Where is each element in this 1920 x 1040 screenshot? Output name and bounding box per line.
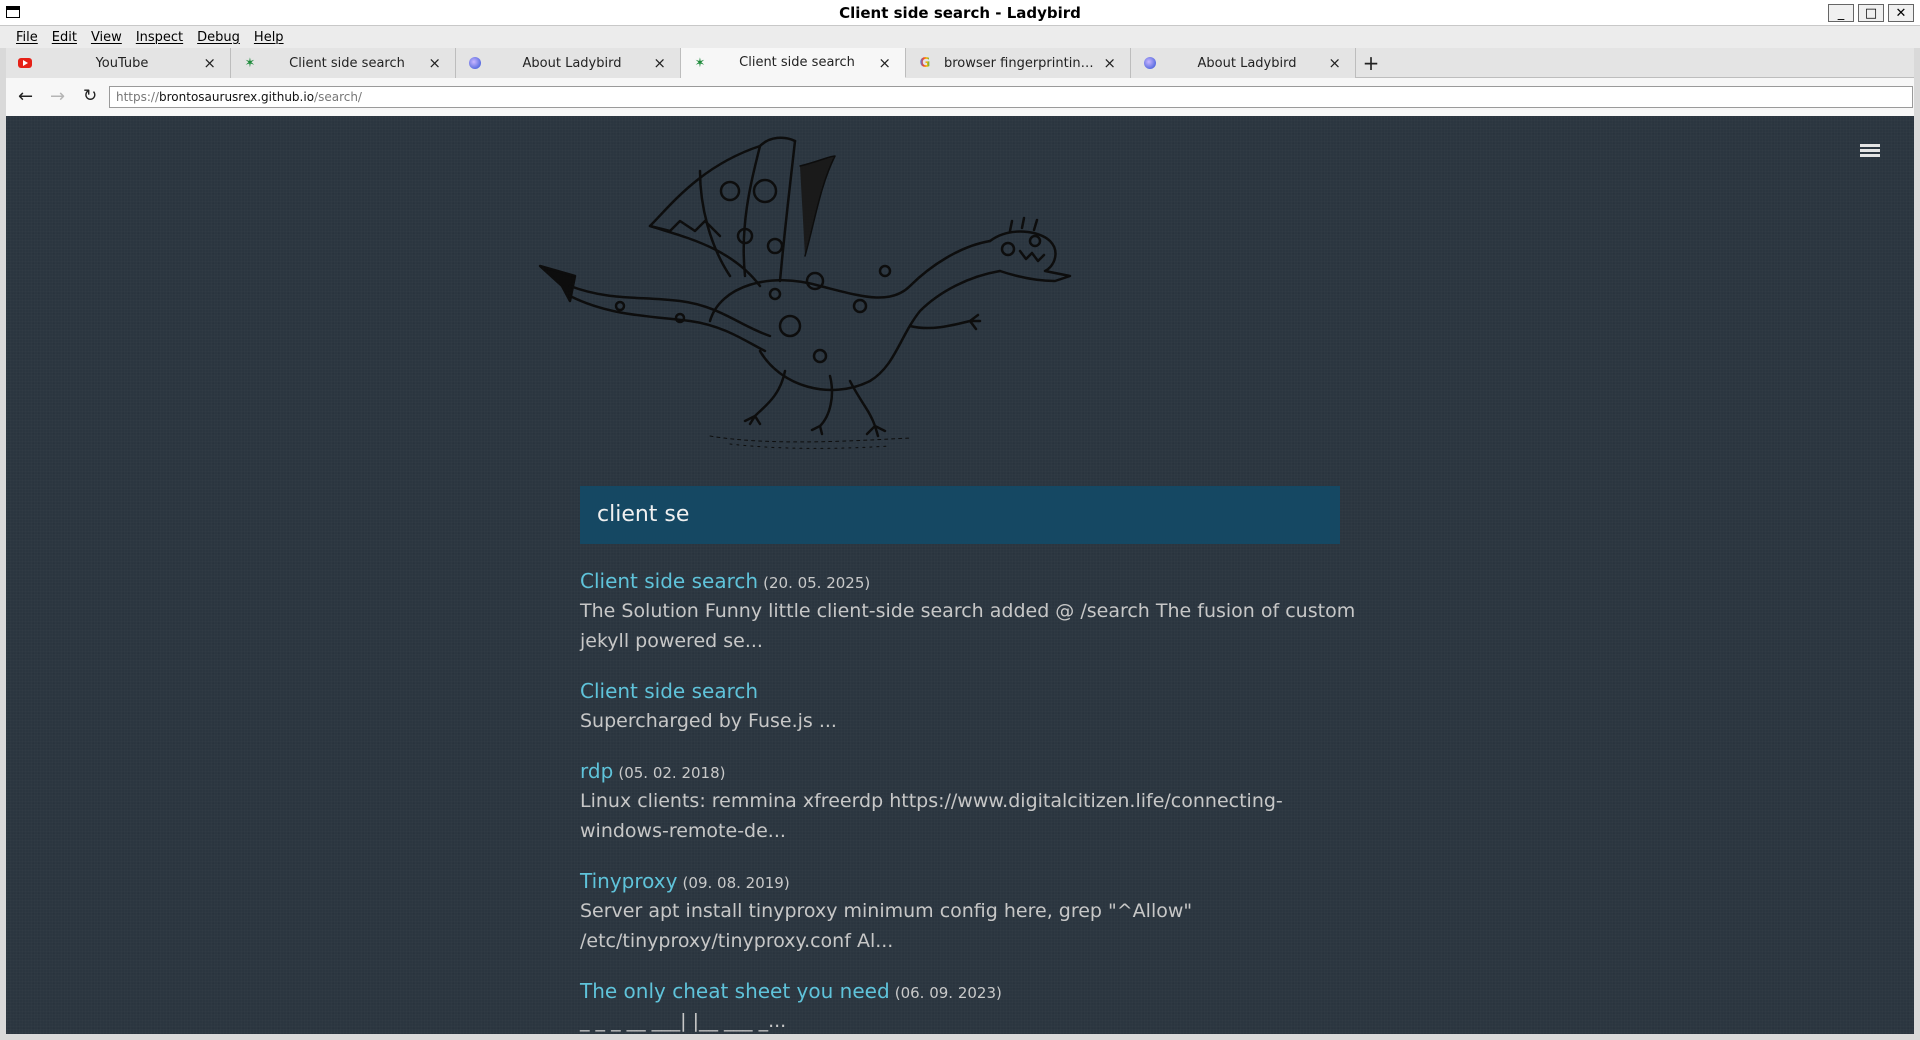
new-tab-button[interactable]: + (1356, 48, 1386, 78)
tab-label: About Ladybird (1197, 55, 1297, 71)
result-date: (06. 09. 2023) (894, 984, 1002, 1002)
tab-label: About Ladybird (522, 55, 622, 71)
tab-about-ladybird-2[interactable]: About Ladybird × (1131, 48, 1356, 78)
youtube-icon (18, 56, 32, 70)
tab-about-ladybird[interactable]: About Ladybird × (456, 48, 681, 78)
result-snippet: Supercharged by Fuse.js ... (580, 710, 837, 732)
result-snippet: Server apt install tinyproxy minimum con… (580, 900, 1193, 952)
menu-file[interactable]: File (10, 30, 46, 45)
list-item: Tinyproxy (09. 08. 2019) Server apt inst… (580, 866, 1360, 956)
tab-bar: YouTube × ✶ Client side search × About L… (6, 48, 1914, 78)
tab-client-side-search[interactable]: ✶ Client side search × (231, 48, 456, 78)
result-snippet: Linux clients: remmina xfreerdp https://… (580, 790, 1283, 842)
result-title-link[interactable]: rdp (580, 759, 613, 783)
address-bar[interactable]: https://brontosaurusrex.github.io/search… (109, 86, 1913, 108)
list-item: Client side search (20. 05. 2025) The So… (580, 566, 1360, 656)
tab-client-side-search-active[interactable]: ✶ Client side search × (681, 48, 906, 78)
minimize-button[interactable]: _ (1828, 4, 1854, 22)
menu-edit[interactable]: Edit (46, 30, 85, 45)
result-date: (09. 08. 2019) (682, 874, 790, 892)
result-title-link[interactable]: Tinyproxy (580, 869, 677, 893)
reload-icon[interactable]: ↻ (83, 86, 97, 106)
url-scheme: https:// (116, 90, 160, 104)
search-results: Client side search (20. 05. 2025) The So… (580, 566, 1360, 1034)
result-date: (20. 05. 2025) (763, 574, 871, 592)
menu-view[interactable]: View (85, 30, 130, 45)
menu-debug[interactable]: Debug (191, 30, 248, 45)
url-path: /search/ (314, 90, 362, 104)
forward-arrow-icon[interactable]: → (50, 86, 65, 107)
tab-label: Client side search (289, 55, 405, 71)
url-host: brontosaurusrex.github.io (159, 90, 315, 104)
list-item: Client side search Supercharged by Fuse.… (580, 676, 1360, 736)
result-title-link[interactable]: Client side search (580, 679, 758, 703)
ladybird-icon (1143, 56, 1157, 70)
window-titlebar: Client side search - Ladybird _ □ ✕ (0, 0, 1920, 26)
google-icon: G (919, 55, 931, 71)
list-item: The only cheat sheet you need (06. 09. 2… (580, 976, 1360, 1034)
result-snippet: _ _ _ __ ___| |__ ___ _... (580, 1010, 787, 1032)
menu-inspect[interactable]: Inspect (130, 30, 191, 45)
menu-bar: File Edit View Inspect Debug Help (0, 26, 1920, 48)
maximize-button[interactable]: □ (1858, 4, 1884, 22)
page-viewport: Client side search (20. 05. 2025) The So… (6, 116, 1914, 1034)
ladybird-icon (468, 56, 482, 70)
tab-browser-fingerprinting[interactable]: G browser fingerprinting t... × (906, 48, 1131, 78)
close-tab-icon[interactable]: × (653, 54, 666, 72)
result-title-link[interactable]: The only cheat sheet you need (580, 979, 890, 1003)
dragon-illustration (538, 136, 1072, 449)
list-item: rdp (05. 02. 2018) Linux clients: remmin… (580, 756, 1360, 846)
tab-label: browser fingerprinting t... (944, 55, 1100, 71)
close-tab-icon[interactable]: × (1328, 54, 1341, 72)
result-title-link[interactable]: Client side search (580, 569, 758, 593)
star-icon: ✶ (694, 55, 706, 71)
tab-label: Client side search (739, 55, 855, 70)
search-input[interactable] (580, 486, 1340, 544)
close-tab-icon[interactable]: × (878, 54, 891, 72)
star-icon: ✶ (244, 55, 256, 71)
hamburger-menu-icon[interactable] (1860, 144, 1880, 159)
close-tab-icon[interactable]: × (1103, 54, 1116, 72)
tab-youtube[interactable]: YouTube × (6, 48, 231, 78)
window-title: Client side search - Ladybird (839, 4, 1081, 22)
close-tab-icon[interactable]: × (428, 54, 441, 72)
result-snippet: The Solution Funny little client-side se… (580, 600, 1356, 652)
result-date: (05. 02. 2018) (618, 764, 726, 782)
back-arrow-icon[interactable]: ← (18, 86, 33, 107)
close-tab-icon[interactable]: × (203, 54, 216, 72)
menu-help[interactable]: Help (248, 30, 292, 45)
close-window-button[interactable]: ✕ (1888, 4, 1914, 22)
tab-label: YouTube (95, 55, 149, 71)
navigation-toolbar: ← → ↻ https://brontosaurusrex.github.io/… (6, 78, 1914, 116)
